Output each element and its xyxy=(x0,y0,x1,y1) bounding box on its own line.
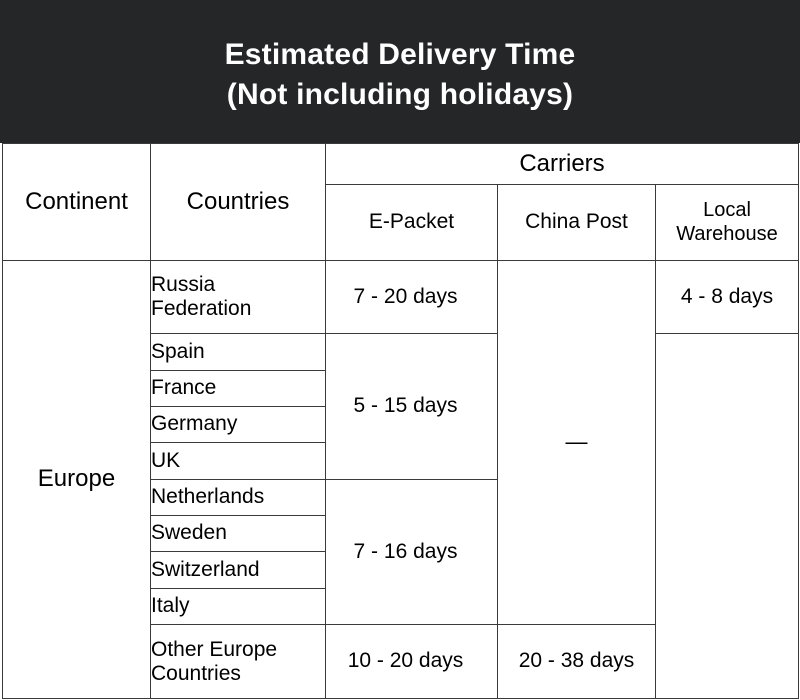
cell-epacket-russia: 7 - 20 days xyxy=(325,259,498,335)
cell-epacket-netherlands-italy: 7 - 16 days xyxy=(325,478,498,626)
table-header-row-1: Continent Countries Carriers xyxy=(2,142,799,261)
column-header-china-post: China Post xyxy=(497,184,656,261)
cell-china-post-other-europe: 20 - 38 days xyxy=(497,624,656,699)
cell-country: Other Europe Countries xyxy=(150,624,326,699)
delivery-table-container: Continent Countries Carriers E-Packet Ch… xyxy=(0,142,800,700)
cell-epacket-spain-uk: 5 - 15 days xyxy=(325,333,498,480)
column-header-local-warehouse: Local Warehouse xyxy=(655,184,799,261)
cell-country: Sweden xyxy=(150,515,326,553)
country-name-line-2: Federation xyxy=(151,296,252,320)
delivery-time-table: Continent Countries Carriers E-Packet Ch… xyxy=(2,142,799,700)
cell-country: Switzerland xyxy=(150,551,326,589)
cell-country: UK xyxy=(150,442,326,480)
cell-china-post-merged: — xyxy=(497,259,656,626)
column-header-carriers: Carriers xyxy=(325,142,799,186)
country-name-line-2: Countries xyxy=(151,661,241,685)
page-title-line-1: Estimated Delivery Time xyxy=(224,37,576,71)
cell-epacket-other-europe: 10 - 20 days xyxy=(325,624,498,699)
cell-country: Germany xyxy=(150,406,326,444)
column-header-countries: Countries xyxy=(150,143,326,261)
cell-local-warehouse-merged xyxy=(655,333,799,699)
column-header-continent: Continent xyxy=(2,143,151,261)
cell-country: Spain xyxy=(150,333,326,371)
cell-local-warehouse-russia: 4 - 8 days xyxy=(655,259,799,335)
country-name-line-1: Other Europe xyxy=(151,638,278,662)
cell-country: Russia Federation xyxy=(150,259,326,335)
column-header-e-packet: E-Packet xyxy=(325,184,498,261)
country-name-line-1: Russia xyxy=(151,273,216,297)
cell-country: Netherlands xyxy=(150,478,326,517)
table-row: Europe Russia Federation 7 - 20 days — 4… xyxy=(2,259,799,700)
cell-country: France xyxy=(150,369,326,408)
page-title-line-2: (Not including holidays) xyxy=(226,77,574,111)
title-banner: Estimated Delivery Time (Not including h… xyxy=(0,0,800,143)
cell-continent-europe: Europe xyxy=(2,259,151,700)
cell-country: Italy xyxy=(150,587,326,626)
